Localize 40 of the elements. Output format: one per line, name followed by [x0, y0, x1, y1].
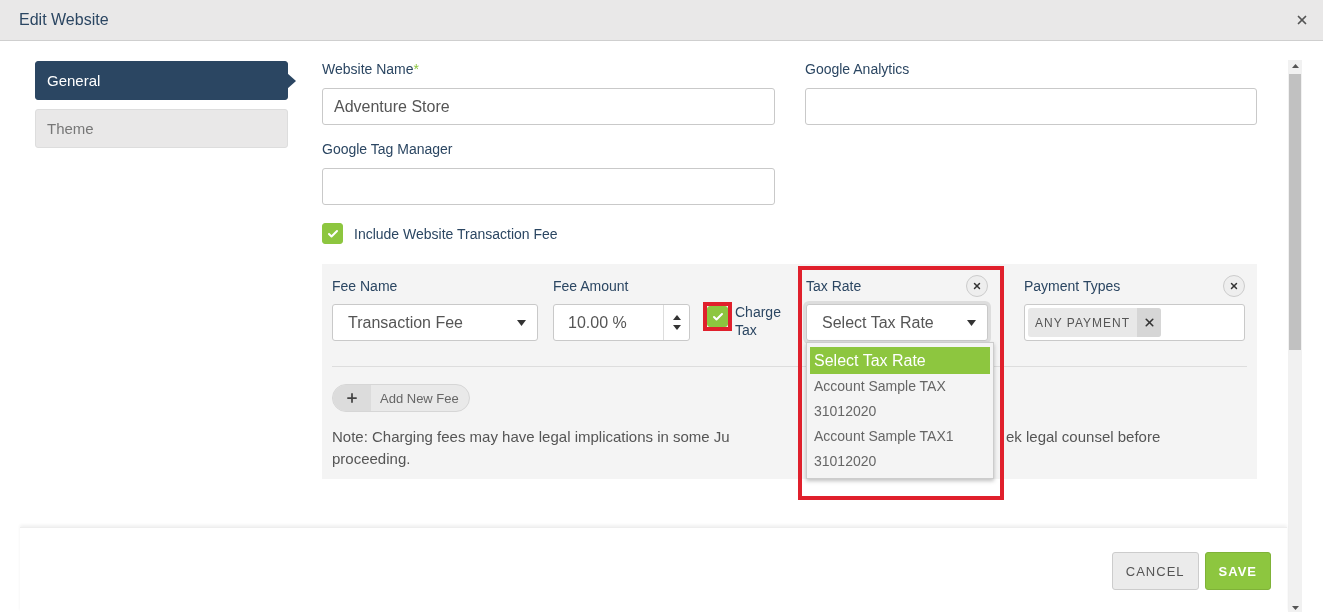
check-icon: [326, 227, 339, 240]
fee-name-select[interactable]: Transaction Fee: [332, 304, 538, 341]
field-label: Fee Amount: [553, 278, 629, 294]
window-title: Edit Website: [19, 11, 109, 29]
checkbox-label: Include Website Transaction Fee: [354, 225, 558, 242]
checkbox-label: Charge Tax: [735, 303, 782, 339]
note-text: proceeding.: [332, 450, 412, 467]
note-text: ek legal counsel before: [1006, 428, 1162, 445]
field-label: Google Tag Manager: [322, 141, 454, 157]
payment-tag: ANY PAYMENT: [1028, 308, 1162, 337]
close-icon[interactable]: [1223, 275, 1245, 297]
cancel-button[interactable]: CANCEL: [1111, 552, 1199, 590]
checkbox[interactable]: [322, 223, 343, 244]
dropdown-option[interactable]: Account Sample TAX 31012020: [810, 374, 990, 424]
website-name-field[interactable]: Adventure Store: [322, 88, 775, 125]
field-label: Fee Name: [332, 278, 398, 294]
field-label: Google Analytics: [805, 61, 911, 77]
scroll-up-icon[interactable]: [1291, 64, 1299, 68]
field-label: Payment Types: [1024, 278, 1121, 294]
field-label: Website Name*: [322, 61, 420, 77]
close-icon[interactable]: [966, 275, 988, 297]
pointer-icon: [287, 73, 296, 89]
field-label: Tax Rate: [806, 278, 862, 294]
scrollbar[interactable]: [1288, 60, 1302, 612]
close-icon[interactable]: [1137, 308, 1162, 337]
check-icon: [711, 310, 724, 323]
fee-amount-field[interactable]: 10.00 %: [553, 304, 690, 341]
tax-rate-select[interactable]: Select Tax Rate: [806, 304, 988, 341]
add-fee-button[interactable]: Add New Fee: [332, 384, 470, 412]
dropdown-option[interactable]: Account Sample TAX1 31012020: [810, 424, 990, 474]
close-icon[interactable]: [1295, 13, 1309, 27]
note-text: Note: Charging fees may have legal implications in some Ju: [332, 428, 731, 445]
caret-icon: [517, 319, 526, 326]
google-analytics-field[interactable]: [805, 88, 1257, 125]
caret-icon: [967, 319, 976, 326]
google-tag-manager-field[interactable]: [322, 168, 775, 205]
scroll-down-icon[interactable]: [1291, 606, 1299, 610]
payment-types-field[interactable]: ANY PAYMENT: [1024, 304, 1245, 341]
sidebar-tab[interactable]: Theme: [35, 109, 288, 148]
plus-icon: [333, 385, 371, 411]
